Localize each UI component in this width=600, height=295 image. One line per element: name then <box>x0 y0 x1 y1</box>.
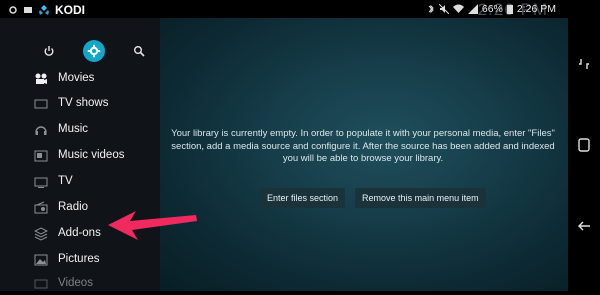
music-videos-icon <box>34 150 48 162</box>
menu-item-label: Radio <box>58 201 89 213</box>
movies-icon <box>35 73 47 84</box>
addons-icon <box>34 227 48 241</box>
menu-item-music[interactable]: Music <box>0 119 160 141</box>
menu-item-label: Videos <box>58 277 93 289</box>
menu-item-tv[interactable]: TV <box>0 171 160 193</box>
enter-files-section-button[interactable]: Enter files section <box>260 188 346 208</box>
menu-item-label: Music <box>58 123 89 135</box>
menu-item-label: Add-ons <box>58 227 101 239</box>
tv-icon <box>34 177 48 188</box>
menu-item-videos[interactable]: Videos <box>0 273 160 295</box>
menu-item-label: TV <box>58 175 73 187</box>
mute-icon <box>438 4 449 14</box>
sidebar: Movies TV shows Music Music videos TV Ra… <box>0 18 160 291</box>
gear-icon <box>9 6 17 14</box>
radio-icon <box>34 201 48 214</box>
videos-icon <box>34 279 48 289</box>
settings-button[interactable] <box>83 40 105 62</box>
menu-item-music-videos[interactable]: Music videos <box>0 145 160 167</box>
status-time: 2:26 PM <box>516 3 556 15</box>
menu-item-label: TV shows <box>58 97 109 109</box>
message-icon <box>24 7 32 13</box>
top-icons <box>0 40 160 70</box>
app-title: KODI <box>55 3 85 17</box>
annotation-arrow-icon <box>108 211 197 240</box>
action-buttons: Enter files section Remove this main men… <box>260 188 486 208</box>
back-icon[interactable] <box>576 218 592 234</box>
menu-item-movies[interactable]: Movies <box>0 68 160 90</box>
home-icon[interactable] <box>576 137 592 153</box>
screen: KODI 2:26 PM 66% 2:26 PM Movies TV shows… <box>0 0 600 291</box>
menu-item-label: Music videos <box>58 149 125 161</box>
menu-item-pictures[interactable]: Pictures <box>0 249 160 271</box>
empty-library-message: Your library is currently empty. In orde… <box>171 128 555 164</box>
status-right: 66% 2:26 PM <box>427 3 556 15</box>
status-bar: KODI 2:26 PM 66% 2:26 PM <box>0 0 568 19</box>
search-icon <box>134 46 145 57</box>
pictures-icon <box>34 254 48 266</box>
bluetooth-icon <box>428 4 434 14</box>
settings-icon <box>87 44 101 58</box>
wifi-icon <box>452 4 464 13</box>
tv-shows-icon <box>34 99 48 109</box>
signal-icon <box>467 4 478 14</box>
search-button[interactable] <box>128 40 150 62</box>
recent-apps-icon[interactable] <box>576 56 592 72</box>
battery-icon <box>506 5 513 14</box>
status-left: KODI <box>8 3 85 17</box>
power-button[interactable] <box>38 40 60 62</box>
music-icon <box>35 126 47 135</box>
menu-item-label: Pictures <box>58 253 100 265</box>
menu-item-label: Movies <box>58 72 95 84</box>
main-panel: Your library is currently empty. In orde… <box>160 18 568 291</box>
battery-percent: 66% <box>481 3 503 15</box>
remove-menu-item-button[interactable]: Remove this main menu item <box>355 188 486 208</box>
menu-item-tv-shows[interactable]: TV shows <box>0 93 160 115</box>
power-icon <box>44 46 54 56</box>
android-nav-bar <box>568 0 600 291</box>
kodi-logo-icon <box>39 5 49 15</box>
